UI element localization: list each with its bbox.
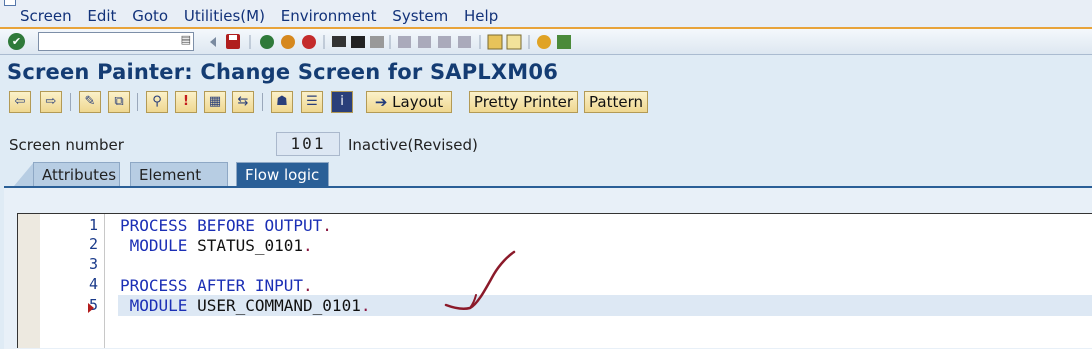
find-icon: [351, 36, 365, 48]
other-object-icon[interactable]: ⧉: [108, 91, 130, 113]
element-list-icon[interactable]: ☰: [301, 91, 323, 113]
line-numbers: 1 2 3 4 5: [40, 214, 105, 348]
save-icon-label: [229, 35, 237, 40]
tab-element-list[interactable]: Element list: [130, 162, 228, 208]
hierarchy-icon[interactable]: ☗: [271, 91, 293, 113]
application-toolbar: ⇦ ⇨ ✎ ⧉ ⚲ ! ▦ ⇆ ☗ ☰ i ➔ Layout Pretty Pr…: [0, 88, 1092, 118]
screen-number-label: Screen number: [9, 136, 124, 154]
tab-attributes[interactable]: Attributes: [33, 162, 120, 186]
pattern-button[interactable]: Pattern: [584, 91, 648, 113]
tab-flow-logic[interactable]: Flow logic: [236, 162, 329, 186]
find-next-icon: [370, 36, 384, 48]
info-icon[interactable]: i: [331, 91, 353, 113]
code-keyword: MODULE: [120, 236, 188, 255]
command-history-icon[interactable]: ▤: [181, 33, 191, 46]
separator: [137, 93, 138, 111]
code-line[interactable]: MODULE USER_COMMAND_0101.: [120, 296, 371, 315]
test-icon[interactable]: ▦: [204, 91, 226, 113]
new-session-icon: [487, 34, 503, 50]
code-line[interactable]: PROCESS AFTER INPUT.: [120, 276, 313, 295]
menu-items: Screen Edit Goto Utilities(M) Environmen…: [20, 7, 509, 25]
code-keyword: PROCESS AFTER INPUT: [120, 276, 304, 295]
code-terminator: .: [303, 236, 313, 255]
line-number: 1: [88, 216, 98, 234]
screen-number-field: 101: [276, 132, 340, 156]
tab-strip: Attributes Element list Flow logic: [0, 160, 1092, 208]
display-change-icon[interactable]: ✎: [79, 91, 101, 113]
line-number: 2: [88, 235, 98, 253]
menu-help[interactable]: Help: [464, 7, 498, 25]
previous-page-icon: [418, 36, 431, 48]
menu-utilities[interactable]: Utilities(M): [184, 7, 265, 25]
forward-arrow-icon[interactable]: ⇨: [40, 91, 62, 113]
cancel-icon: [302, 35, 316, 49]
separator: [70, 93, 71, 111]
back-arrow-icon[interactable]: ⇦: [9, 91, 31, 113]
print-icon: [332, 36, 346, 47]
layout-menu-icon: [557, 35, 571, 49]
arrow-right-icon: ➔: [374, 93, 388, 111]
help-icon: [537, 35, 551, 49]
code-identifier: STATUS_0101: [187, 236, 304, 255]
menu-goto[interactable]: Goto: [132, 7, 168, 25]
code-keyword: MODULE: [120, 296, 188, 315]
exit-icon: [281, 35, 295, 49]
layout-button[interactable]: ➔ Layout: [366, 91, 452, 113]
separator: [262, 93, 263, 111]
code-line[interactable]: MODULE STATUS_0101.: [120, 236, 313, 255]
menu-environment[interactable]: Environment: [281, 7, 377, 25]
line-number: 4: [88, 275, 98, 293]
window-icon[interactable]: [4, 0, 16, 6]
code-identifier: USER_COMMAND_0101: [187, 296, 361, 315]
checkmark-annotation-icon: [444, 250, 516, 311]
screen-status: Inactive(Revised): [348, 136, 478, 154]
shortcut-icon: [506, 34, 522, 50]
code-keyword: PROCESS BEFORE OUTPUT: [120, 216, 323, 235]
line-number: 3: [88, 255, 98, 273]
last-page-icon: [458, 36, 471, 48]
enter-icon[interactable]: ✔: [8, 33, 25, 50]
page-title: Screen Painter: Change Screen for SAPLXM…: [7, 60, 559, 84]
code-terminator: .: [322, 216, 332, 235]
system-toolbar-icons: [210, 34, 571, 50]
layout-label: Layout: [392, 93, 444, 111]
tab-edge: [14, 162, 34, 186]
system-toolbar: ✔ ▤: [0, 29, 1092, 55]
command-field[interactable]: ▤: [38, 32, 194, 51]
code-terminator: .: [360, 296, 371, 315]
check-icon[interactable]: ⚲: [146, 91, 168, 113]
menu-screen[interactable]: Screen: [20, 7, 72, 25]
back-icon: [260, 35, 274, 49]
code-line[interactable]: PROCESS BEFORE OUTPUT.: [120, 216, 332, 235]
back-arrow-icon: [210, 37, 216, 47]
current-line-marker-icon: [88, 303, 94, 313]
activate-icon[interactable]: !: [175, 91, 197, 113]
menu-edit[interactable]: Edit: [87, 7, 116, 25]
first-page-icon: [398, 36, 411, 48]
pretty-printer-button[interactable]: Pretty Printer: [469, 91, 578, 113]
next-page-icon: [438, 36, 451, 48]
where-used-icon[interactable]: ⇆: [232, 91, 254, 113]
editor-gutter: [18, 214, 40, 348]
menu-bar: Screen Edit Goto Utilities(M) Environmen…: [0, 0, 1092, 29]
code-terminator: .: [303, 276, 313, 295]
flow-logic-editor[interactable]: 1 2 3 4 5 PROCESS BEFORE OUTPUT. MODULE …: [17, 213, 1092, 348]
menu-system[interactable]: System: [392, 7, 448, 25]
